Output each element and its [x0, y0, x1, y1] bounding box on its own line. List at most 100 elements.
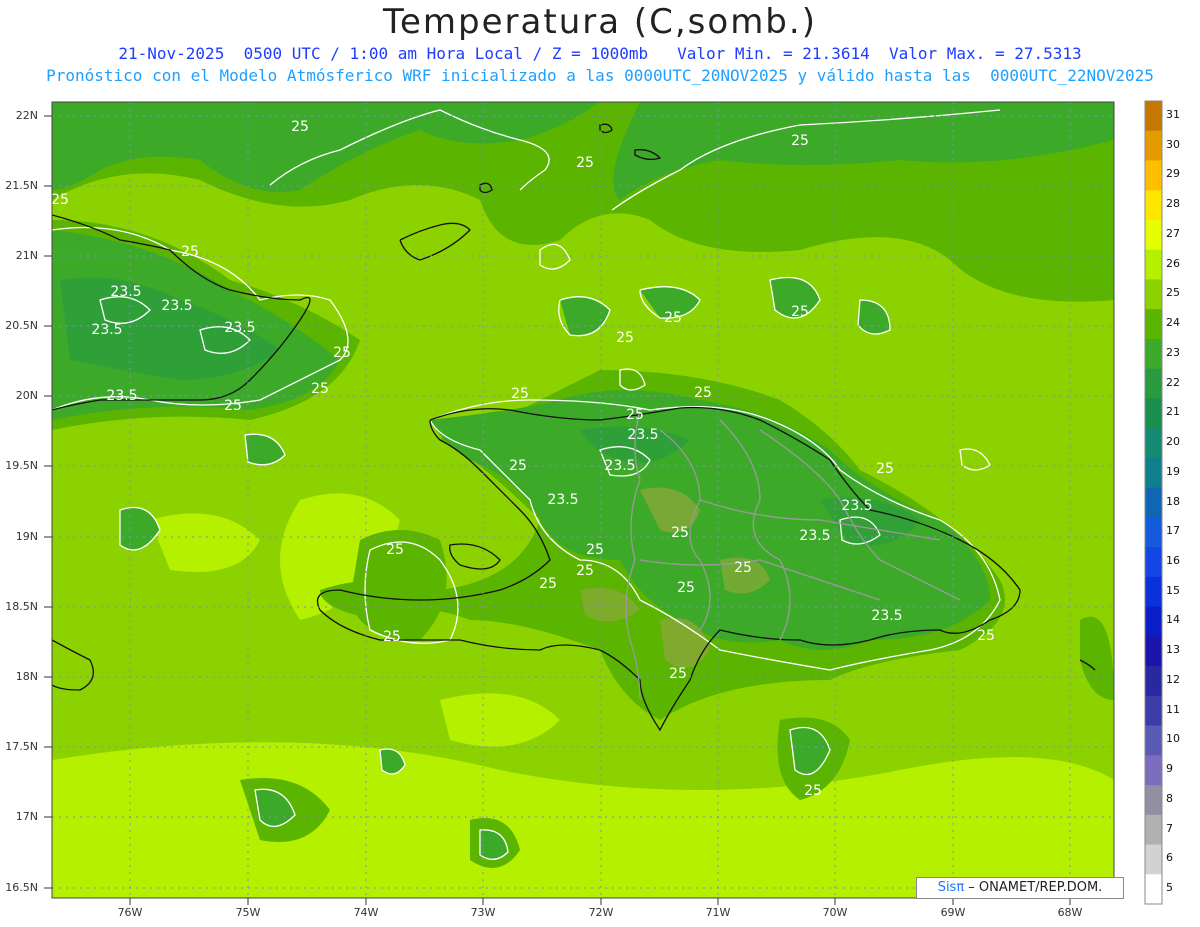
lat-label: 17N — [15, 810, 38, 823]
colorbar-label: 19 — [1166, 464, 1180, 478]
contour-label: 23.5 — [627, 427, 658, 443]
contour-label: 25 — [51, 192, 69, 208]
colorbar-label: 26 — [1166, 256, 1180, 270]
lat-label: 22N — [15, 109, 38, 122]
colorbar-segment — [1145, 874, 1162, 905]
colorbar-segment — [1145, 101, 1162, 132]
colorbar-label: 8 — [1166, 791, 1173, 805]
lat-label: 21N — [15, 249, 38, 262]
colorbar-label: 5 — [1166, 881, 1173, 895]
colorbar-segment — [1145, 666, 1162, 697]
lon-label: 75W — [235, 906, 261, 919]
colorbar-label: 23 — [1166, 345, 1180, 359]
contour-label: 23.5 — [110, 284, 141, 300]
contour-label: 25 — [734, 560, 752, 576]
colorbar-label: 7 — [1166, 821, 1173, 835]
lat-label: 20.5N — [5, 319, 38, 332]
contour-label: 25 — [664, 310, 682, 326]
map-title: Temperatura (C,somb.) — [383, 2, 817, 42]
lon-label: 71W — [705, 906, 731, 919]
contour-label: 25 — [576, 563, 594, 579]
temperature-field — [52, 102, 1114, 898]
contour-label: 25 — [694, 385, 712, 401]
colorbar-segment — [1145, 219, 1162, 251]
contour-label: 25 — [539, 576, 557, 592]
colorbar-segment — [1145, 487, 1162, 518]
contour-label: 23.5 — [224, 320, 255, 336]
contour-label: 25 — [804, 783, 822, 799]
colorbar-label: 11 — [1166, 702, 1180, 716]
colorbar-segment — [1145, 576, 1162, 608]
contour-label: 25 — [626, 407, 644, 423]
lon-label: 68W — [1057, 906, 1083, 919]
model-info-line: Pronóstico con el Modelo Atmósferico WRF… — [46, 66, 1154, 85]
lon-label: 74W — [353, 906, 379, 919]
contour-label: 25 — [586, 542, 604, 558]
lat-label: 18.5N — [5, 600, 38, 613]
contour-label: 25 — [977, 628, 995, 644]
colorbar-label: 14 — [1166, 613, 1180, 627]
lat-label: 21.5N — [5, 179, 38, 192]
colorbar-label: 10 — [1166, 732, 1180, 746]
colorbar — [1144, 100, 1163, 905]
colorbar-label: 13 — [1166, 643, 1180, 657]
lon-label: 69W — [940, 906, 966, 919]
lon-label: 73W — [470, 906, 496, 919]
contour-label: 25 — [386, 542, 404, 558]
colorbar-label: 6 — [1166, 851, 1173, 865]
lat-label: 16.5N — [5, 881, 38, 894]
contour-label: 23.5 — [91, 322, 122, 338]
colorbar-label: 30 — [1166, 137, 1180, 151]
colorbar-label: 24 — [1166, 316, 1180, 330]
contour-label: 25 — [791, 133, 809, 149]
lon-label: 76W — [117, 906, 143, 919]
contour-label: 23.5 — [106, 388, 137, 404]
contour-label: 25 — [576, 155, 594, 171]
colorbar-segment — [1145, 725, 1162, 756]
contour-label: 23.5 — [604, 458, 635, 474]
lat-label: 19.5N — [5, 459, 38, 472]
contour-label: 23.5 — [841, 498, 872, 514]
colorbar-segment — [1145, 844, 1162, 875]
lat-label: 17.5N — [5, 740, 38, 753]
lon-label: 72W — [588, 906, 614, 919]
colorbar-label: 31 — [1166, 107, 1180, 121]
colorbar-segment — [1145, 309, 1162, 340]
colorbar-segment — [1145, 160, 1162, 191]
lat-label: 20N — [15, 389, 38, 402]
contour-label: 25 — [181, 244, 199, 260]
colorbar-label: 22 — [1166, 375, 1180, 389]
lat-label: 19N — [15, 530, 38, 543]
colorbar-segment — [1145, 606, 1162, 637]
colorbar-label: 20 — [1166, 435, 1180, 449]
contour-label: 23.5 — [161, 298, 192, 314]
colorbar-segment — [1145, 130, 1162, 161]
credit-agency: – ONAMET/REP.DOM. — [964, 880, 1103, 895]
colorbar-segment — [1145, 190, 1162, 221]
contour-label: 25 — [677, 580, 695, 596]
contour-label: 25 — [311, 381, 329, 397]
colorbar-label: 17 — [1166, 524, 1180, 538]
contour-label: 23.5 — [547, 492, 578, 508]
forecast-map: 25 25 25 25 23.5 23.5 23.5 23.5 25 25 25… — [44, 100, 1163, 905]
colorbar-segment — [1145, 457, 1162, 489]
colorbar-segment — [1145, 814, 1162, 846]
colorbar-segment — [1145, 755, 1162, 786]
contour-label: 25 — [333, 345, 351, 361]
lon-label: 70W — [822, 906, 848, 919]
contour-label: 23.5 — [871, 608, 902, 624]
valid-time-line: 21-Nov-2025 0500 UTC / 1:00 am Hora Loca… — [118, 44, 1082, 63]
colorbar-label: 21 — [1166, 405, 1180, 419]
colorbar-label: 18 — [1166, 494, 1180, 508]
lat-label: 18N — [15, 670, 38, 683]
contour-label: 25 — [511, 386, 529, 402]
contour-label: 25 — [671, 525, 689, 541]
colorbar-label: 27 — [1166, 226, 1180, 240]
contour-label: 25 — [669, 666, 687, 682]
contour-label: 25 — [383, 629, 401, 645]
colorbar-segment — [1145, 785, 1162, 816]
contour-label: 25 — [791, 304, 809, 320]
contour-label: 25 — [291, 119, 309, 135]
colorbar-label: 9 — [1166, 762, 1173, 776]
colorbar-segment — [1145, 428, 1162, 459]
